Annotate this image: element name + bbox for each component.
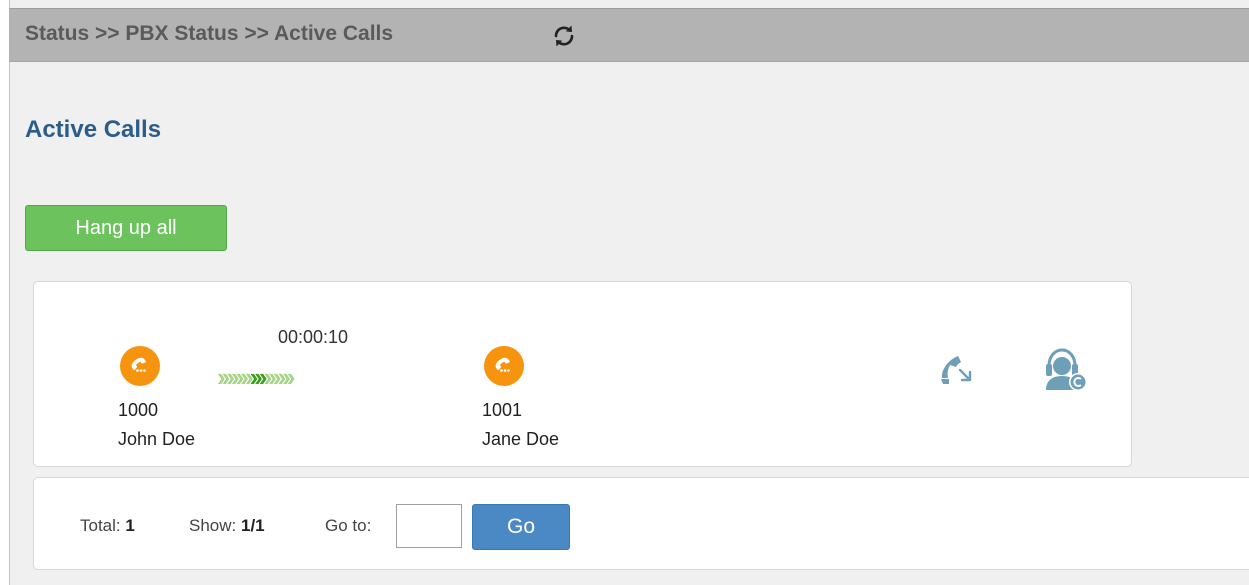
goto-page-input[interactable] (396, 504, 462, 548)
caller-info: 1000 John Doe (118, 396, 195, 454)
pager-total: Total: 1 (80, 516, 135, 536)
call-monitor-icon[interactable] (1040, 346, 1090, 394)
page-title: Active Calls (25, 116, 162, 143)
breadcrumb: Status >> PBX Status >> Active Calls (25, 22, 394, 45)
pager-show-label: Show: (189, 516, 237, 535)
callee-number: 1001 (482, 400, 523, 420)
callee-phone-icon (484, 346, 524, 386)
call-transfer-icon[interactable] (936, 350, 976, 390)
pager-total-label: Total: (80, 516, 121, 535)
hang-up-all-button[interactable]: Hang up all (25, 205, 227, 251)
pager-show-value: 1/1 (240, 516, 265, 535)
pagination-bar: Total: 1 Show: 1/1 Go to: Go (33, 477, 1249, 570)
caller-number: 1000 (118, 400, 159, 420)
active-call-card: 1000 John Doe 00:00:10 ›››››››››››››››› … (33, 281, 1132, 467)
pager-total-value: 1 (125, 516, 135, 535)
call-direction-arrows: ›››››››››››››››› (217, 362, 296, 392)
callee-name: Jane Doe (482, 429, 560, 449)
callee-info: 1001 Jane Doe (482, 396, 559, 454)
call-duration: 00:00:10 (278, 327, 349, 347)
pager-show: Show: 1/1 (189, 516, 265, 536)
pager-goto-label: Go to: (325, 516, 372, 535)
go-button[interactable]: Go (472, 504, 570, 550)
caller-name: John Doe (118, 429, 196, 449)
refresh-icon[interactable] (551, 23, 577, 49)
breadcrumb-bar: Status >> PBX Status >> Active Calls (9, 8, 1249, 62)
caller-phone-icon (120, 346, 160, 386)
